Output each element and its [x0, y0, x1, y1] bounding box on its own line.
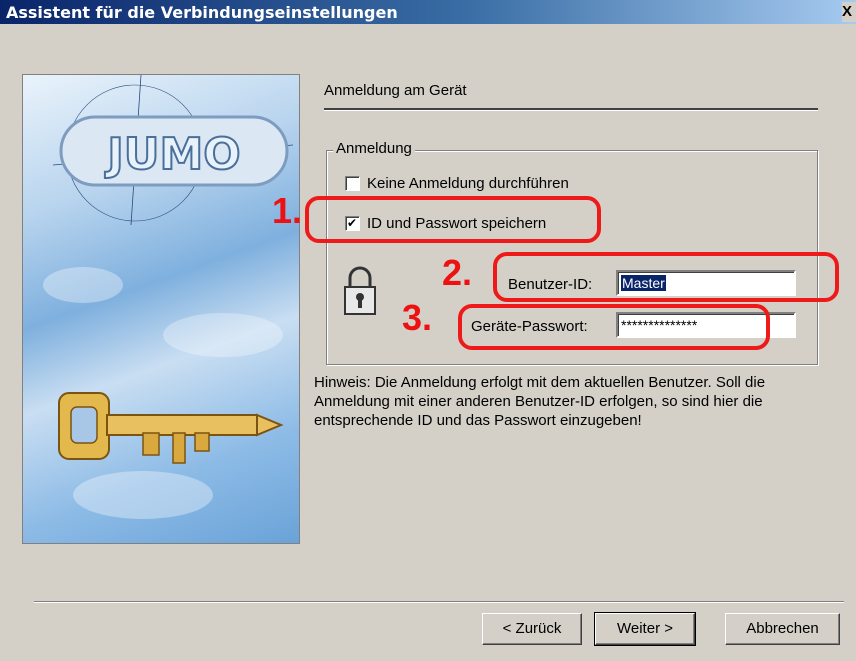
back-button[interactable]: < Zurück: [482, 613, 582, 645]
annotation-marker-2: 2.: [442, 252, 473, 293]
hint-text: Hinweis: Die Anmeldung erfolgt mit dem a…: [314, 374, 766, 429]
header-divider: [324, 108, 818, 111]
wizard-side-image: JUMO: [22, 74, 300, 544]
cancel-button[interactable]: Abbrechen: [725, 613, 840, 645]
annotation-ring-2: [493, 252, 839, 302]
logo-text: JUMO: [104, 129, 240, 180]
key-icon: [58, 392, 284, 464]
padlock-icon: [344, 266, 376, 315]
annotation-marker-1: 1.: [272, 190, 303, 231]
window-title: Assistent für die Verbindungseinstellung…: [6, 3, 398, 22]
title-bar: Assistent für die Verbindungseinstellung…: [0, 0, 856, 24]
page-title: Anmeldung am Gerät: [324, 82, 467, 99]
button-separator: [34, 601, 844, 603]
no-login-label: Keine Anmeldung durchführen: [367, 175, 569, 192]
next-button[interactable]: Weiter >: [594, 612, 696, 646]
no-login-option[interactable]: Keine Anmeldung durchführen: [345, 175, 569, 192]
jumo-logo-art: JUMO: [43, 75, 294, 519]
annotation-ring-1: [305, 196, 601, 243]
annotation-ring-3: [458, 304, 770, 350]
annotation-marker-3: 3.: [402, 297, 433, 338]
login-group-title: Anmeldung: [333, 140, 415, 157]
no-login-checkbox[interactable]: [345, 176, 360, 191]
close-button[interactable]: X: [842, 2, 856, 22]
